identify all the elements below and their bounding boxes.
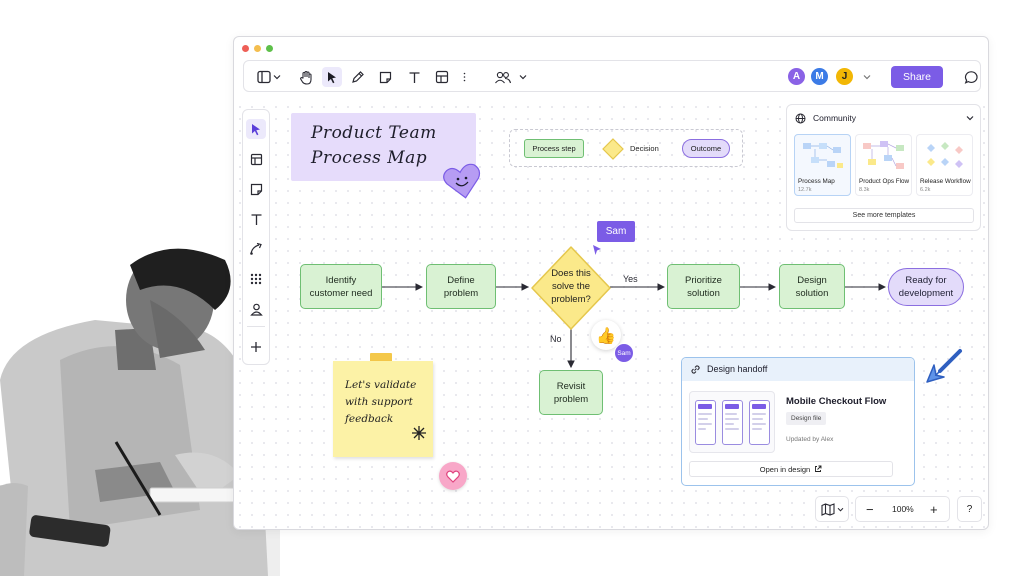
sticky-line: Let's validate (345, 379, 417, 391)
sparkle-icon (412, 426, 426, 440)
node-line: problem? (551, 294, 591, 305)
process-step-revisit[interactable]: Revisit problem (539, 370, 603, 415)
node-line: Revisit (556, 380, 586, 392)
outcome-ready[interactable]: Ready for development (888, 268, 964, 306)
open-in-design-button[interactable]: Open in design (689, 461, 893, 477)
template-thumbnail (863, 141, 904, 169)
zoom-control: − 100% + (855, 496, 950, 522)
open-in-design-label: Open in design (759, 464, 811, 474)
heart-reaction[interactable] (439, 462, 467, 490)
heart-icon (446, 470, 460, 483)
node-line: problem (553, 393, 589, 405)
node-line: Identify (325, 274, 357, 286)
map-button[interactable] (815, 496, 849, 522)
node-line: problem (443, 287, 479, 299)
decision-label: Does this solve the problem? (540, 267, 602, 306)
template-count: 6.2k (920, 187, 931, 193)
reaction-user-avatar: Sam (614, 343, 634, 363)
node-line: Define (447, 274, 475, 286)
template-thumbnail (803, 143, 843, 168)
template-card[interactable]: Process Map 12.7k (794, 134, 851, 196)
template-count: 8.3k (859, 187, 870, 193)
node-line: development (898, 288, 954, 299)
process-step-identify[interactable]: Identify customer need (300, 264, 382, 309)
node-line: Prioritize (685, 274, 722, 286)
handoff-header-label: Design handoff (707, 364, 768, 374)
node-line: customer need (309, 287, 373, 299)
map-icon (821, 502, 835, 516)
node-line: Does this (551, 268, 591, 279)
community-title: Community (813, 113, 856, 123)
external-link-icon (815, 465, 822, 472)
design-preview (689, 391, 775, 453)
template-name: Product Ops Flow (859, 178, 910, 185)
design-handoff-card[interactable]: Design handoff Mobile Checkout Flow Desi… (681, 357, 915, 486)
template-count: 12.7k (798, 187, 812, 193)
link-icon (691, 365, 700, 374)
design-file-title: Mobile Checkout Flow (786, 396, 887, 407)
collaborator-cursor-icon (593, 245, 601, 255)
process-step-design[interactable]: Design solution (779, 264, 845, 309)
whiteboard-window: A M J Share Product Team Process Map Pro… (233, 36, 989, 530)
zoom-out-button[interactable]: − (866, 502, 874, 517)
node-line: solution (795, 287, 829, 299)
process-step-define[interactable]: Define problem (426, 264, 496, 309)
sticky-note[interactable]: Let's validate with support feedback (333, 361, 433, 457)
node-line: solve the (551, 281, 591, 292)
zoom-level: 100% (892, 504, 914, 514)
design-file-badge: Design file (786, 412, 827, 425)
collaborator-tag: Sam (597, 221, 635, 242)
chevron-down-icon[interactable] (966, 115, 974, 121)
node-line: Ready for (905, 275, 947, 286)
globe-icon (795, 113, 806, 124)
zoom-in-button[interactable]: + (930, 502, 938, 517)
node-line: Design (797, 274, 827, 286)
see-more-templates-button[interactable]: See more templates (794, 208, 974, 223)
template-name: Release Workflow (920, 178, 971, 185)
template-card[interactable]: Product Ops Flow 8.3k (855, 134, 912, 196)
chevron-down-icon (837, 507, 844, 511)
yes-label: Yes (623, 274, 638, 284)
updated-by-text: Updated by Alex (786, 436, 834, 443)
no-label: No (550, 334, 562, 344)
phone-mockup (749, 400, 770, 445)
process-step-prioritize[interactable]: Prioritize solution (667, 264, 740, 309)
handoff-header: Design handoff (682, 358, 914, 381)
pointer-arrow-icon (926, 349, 962, 383)
community-panel: Community Process Map 12.7k Product Ops … (786, 104, 981, 231)
sticky-line: with support (345, 396, 413, 408)
template-name: Process Map (798, 178, 835, 185)
node-line: solution (687, 287, 720, 299)
template-card[interactable]: Release Workflow 6.2k (916, 134, 973, 196)
template-thumbnail (927, 142, 963, 168)
phone-mockup (722, 400, 743, 445)
phone-mockup (695, 400, 716, 445)
help-button[interactable]: ? (957, 496, 982, 522)
